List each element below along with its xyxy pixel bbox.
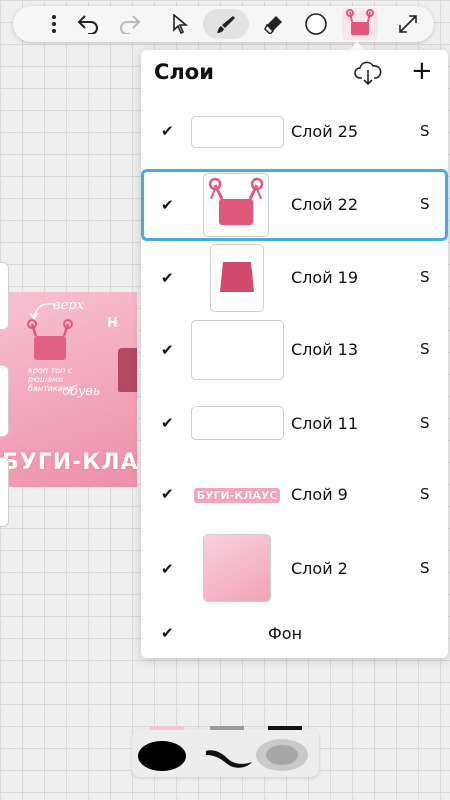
visibility-checkbox[interactable]: ✔ xyxy=(161,624,174,642)
panel-title: Слои xyxy=(154,60,214,84)
brush-icon[interactable] xyxy=(203,9,249,39)
blend-mode[interactable]: S xyxy=(420,195,430,213)
redo-icon[interactable] xyxy=(113,9,147,39)
layer-name: Слой 9 xyxy=(291,485,348,504)
modifier-button[interactable] xyxy=(0,457,9,527)
crop-top-thumb-icon xyxy=(208,177,264,225)
visibility-checkbox[interactable]: ✔ xyxy=(161,196,174,214)
cloud-download-icon[interactable] xyxy=(354,60,382,90)
blend-mode[interactable]: S xyxy=(420,485,430,503)
add-layer-button[interactable]: + xyxy=(411,58,433,84)
current-image-thumbnail[interactable] xyxy=(342,8,378,40)
layer-row[interactable]: ✔ Слой 2 S xyxy=(141,532,448,604)
layer-row[interactable]: ✔ Слой 25 S xyxy=(141,110,448,154)
layer-thumbnail xyxy=(191,320,284,380)
top-toolbar xyxy=(13,6,434,42)
fullscreen-icon[interactable] xyxy=(391,9,425,39)
layers-panel: Слои + ✔ Слой 25 S ✔ Слой 22 S ✔ Слой 19… xyxy=(141,50,448,658)
undo-icon[interactable] xyxy=(71,9,105,39)
more-icon[interactable] xyxy=(37,9,71,39)
partial-letter: Н xyxy=(107,316,118,331)
layer-thumbnail: БУГИ-КЛАУС xyxy=(189,485,285,505)
layer-row-background[interactable]: ✔ Фон xyxy=(141,618,448,650)
layer-name: Слой 2 xyxy=(291,559,348,578)
layer-thumbnail xyxy=(191,406,284,440)
layer-name: Слой 22 xyxy=(291,195,359,214)
brush-ink-icon[interactable] xyxy=(206,750,252,768)
shoes-label: обувь xyxy=(62,384,100,399)
layer-thumbnail xyxy=(203,173,269,237)
blend-mode[interactable]: S xyxy=(420,559,430,577)
canvas-artwork[interactable]: верх кроп топ с рюшами бантиками Н обувь… xyxy=(0,292,137,487)
opacity-slider[interactable] xyxy=(0,365,9,437)
layer-thumbnail xyxy=(191,116,284,148)
visibility-checkbox[interactable]: ✔ xyxy=(161,560,174,578)
brush-soft-icon[interactable] xyxy=(256,739,308,771)
visibility-checkbox[interactable]: ✔ xyxy=(161,341,174,359)
top-label: верх xyxy=(53,298,84,313)
brush-round-icon[interactable] xyxy=(138,741,186,771)
crop-top-drawing xyxy=(27,319,73,360)
layer-row[interactable]: ✔ Слой 11 S xyxy=(141,402,448,446)
visibility-checkbox[interactable]: ✔ xyxy=(161,122,174,140)
banner-text: БУГИ-КЛАУС xyxy=(2,450,137,475)
layer-row[interactable]: ✔ Слой 13 S xyxy=(141,318,448,382)
layer-thumbnail xyxy=(203,534,271,602)
layer-row-selected[interactable]: ✔ Слой 22 S xyxy=(141,169,448,241)
layer-name: Слой 13 xyxy=(291,340,359,359)
layer-row[interactable]: ✔ БУГИ-КЛАУС Слой 9 S xyxy=(141,475,448,515)
blend-mode[interactable]: S xyxy=(420,414,430,432)
blend-mode[interactable]: S xyxy=(420,122,430,140)
visibility-checkbox[interactable]: ✔ xyxy=(161,269,174,287)
brush-palette xyxy=(132,726,319,777)
color-circle-icon[interactable] xyxy=(299,9,333,39)
background-layer-name: Фон xyxy=(268,624,303,643)
select-arrow-icon[interactable] xyxy=(163,9,197,39)
blend-mode[interactable]: S xyxy=(420,268,430,286)
blend-mode[interactable]: S xyxy=(420,340,430,358)
layer-thumb-text: БУГИ-КЛАУС xyxy=(193,487,281,503)
skirt-drawing xyxy=(118,348,137,392)
layer-row[interactable]: ✔ Слой 19 S xyxy=(141,243,448,313)
layer-name: Слой 19 xyxy=(291,268,359,287)
visibility-checkbox[interactable]: ✔ xyxy=(161,414,174,432)
size-slider[interactable] xyxy=(0,262,9,330)
layer-name: Слой 11 xyxy=(291,414,359,433)
layer-thumbnail xyxy=(210,244,264,312)
skirt-thumb-icon xyxy=(220,262,254,292)
eraser-icon[interactable] xyxy=(257,9,291,39)
visibility-checkbox[interactable]: ✔ xyxy=(161,485,174,503)
layer-name: Слой 25 xyxy=(291,122,359,141)
